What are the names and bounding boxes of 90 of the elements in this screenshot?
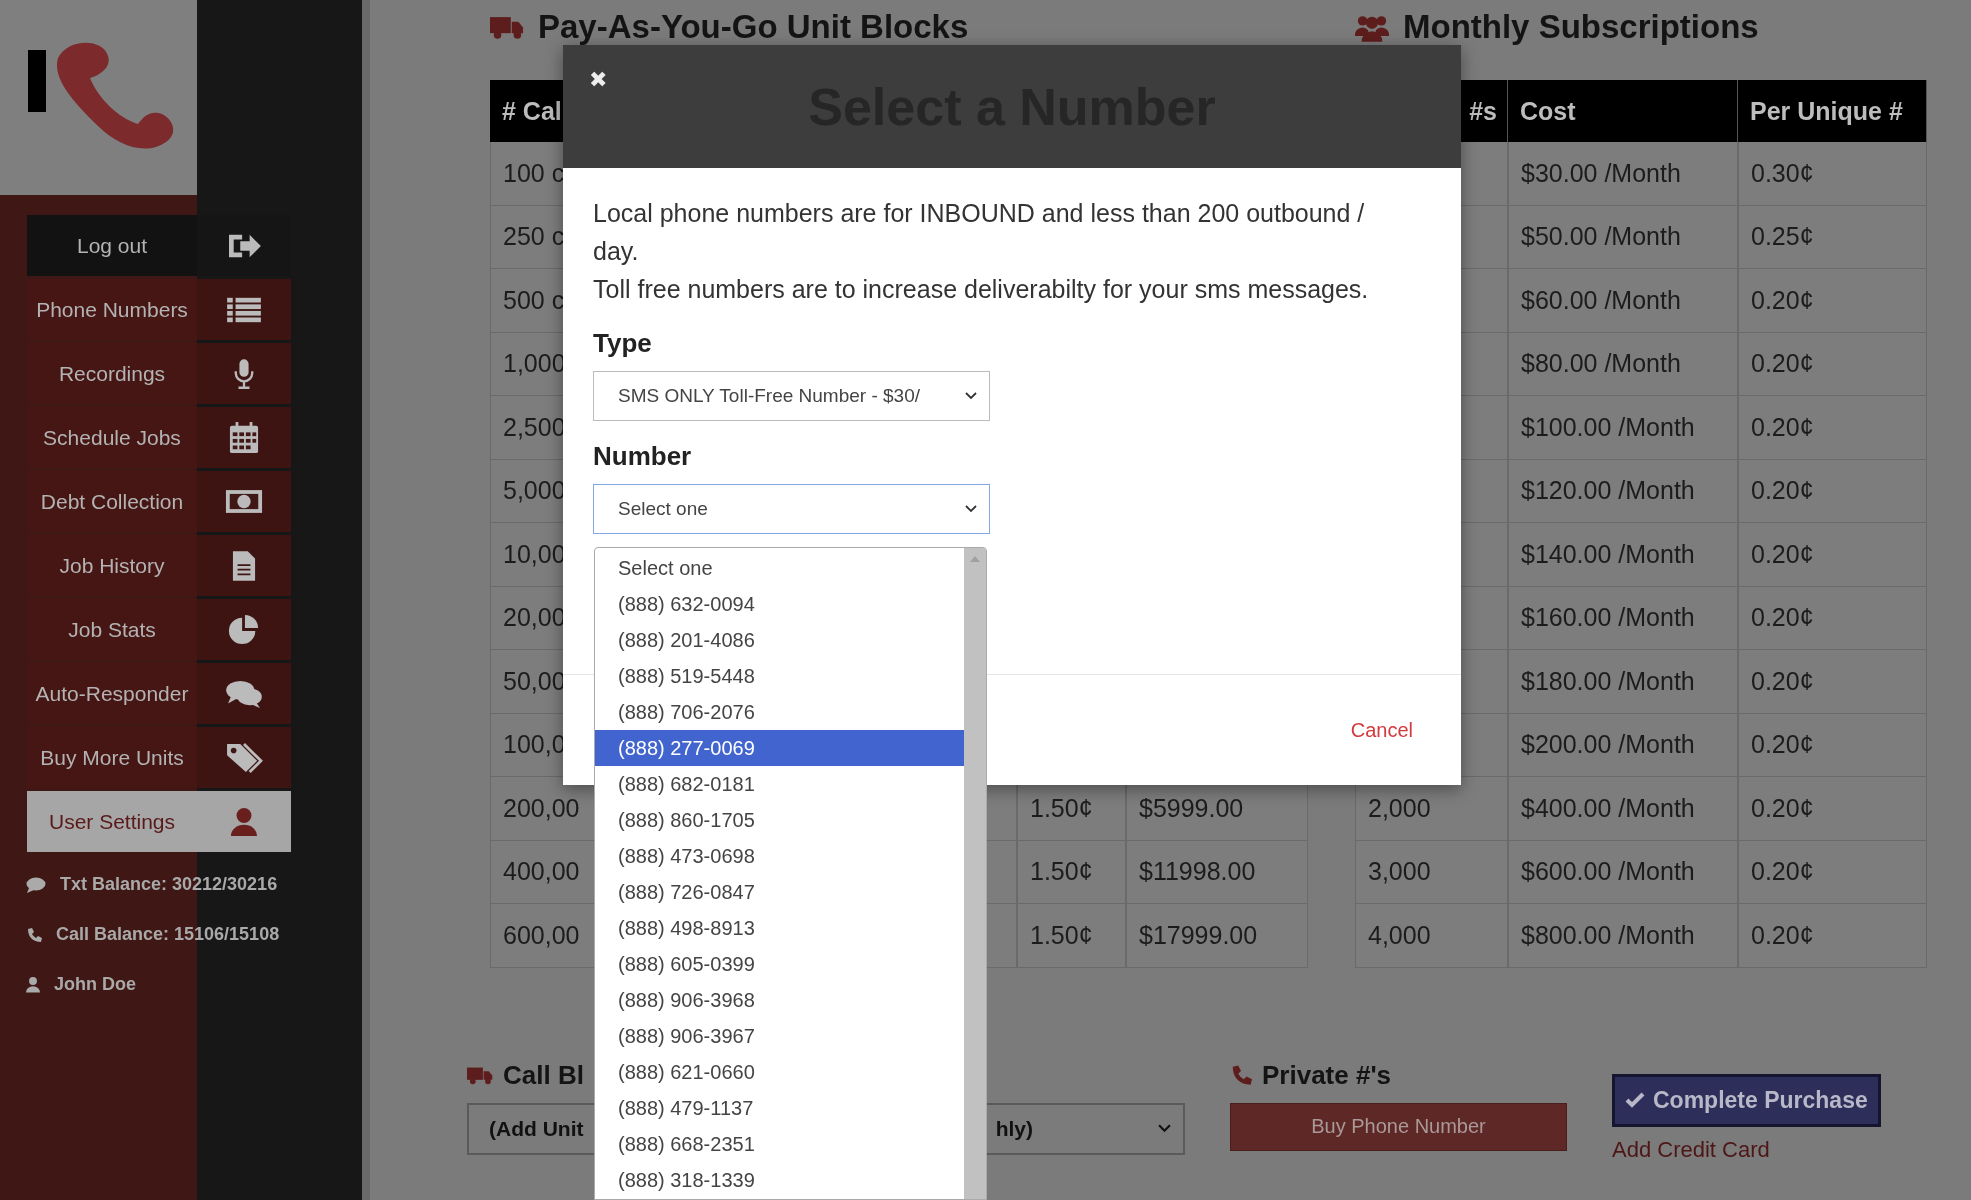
calendar-icon [229,421,259,454]
table-cell: $800.00 /Month [1508,904,1738,968]
table-cell: $60.00 /Month [1508,269,1738,333]
table-cell: 1.50¢ [1017,904,1126,968]
sidebar-item[interactable]: Job Stats [27,599,291,660]
sidebar-item[interactable]: Phone Numbers [27,279,291,340]
dropdown-option[interactable]: (888) 668-2351 [595,1126,964,1162]
table-cell: 0.20¢ [1738,713,1927,777]
cancel-link[interactable]: Cancel [1350,718,1413,742]
complete-purchase-button[interactable]: Complete Purchase [1612,1073,1881,1127]
table-cell: $30.00 /Month [1508,142,1738,206]
section-title: Monthly Subscriptions [1403,8,1759,46]
column-header: Per Unique # [1750,96,1903,126]
sidebar-item[interactable]: User Settings [27,791,291,852]
sidebar-item[interactable]: Schedule Jobs [27,407,291,468]
dropdown-option[interactable]: Select one [595,550,964,586]
table-cell: $11998.00 [1126,840,1308,904]
dropdown-option[interactable]: (888) 519-5448 [595,658,964,694]
table-cell: 0.20¢ [1738,840,1927,904]
chevron-down-icon [965,505,977,513]
buy-phone-number-button[interactable]: Buy Phone Number [1230,1102,1567,1151]
table-cell: $17999.00 [1126,904,1308,968]
section-title: Private #'s [1262,1059,1392,1091]
table-cell: 0.20¢ [1738,904,1927,968]
truck-icon [490,14,524,40]
dropdown-option[interactable]: (888) 621-0660 [595,1054,964,1090]
checkmark-icon [1625,1092,1645,1108]
sidebar-item[interactable]: Debt Collection [27,471,291,532]
table-cell: 0.20¢ [1738,459,1927,523]
section-title: Call Bl [503,1059,584,1091]
dropdown-option[interactable]: (888) 632-0094 [595,586,964,622]
table-cell: $50.00 /Month [1508,205,1738,269]
dropdown-option[interactable]: (888) 277-0069 [595,730,964,766]
dropdown-option[interactable]: (888) 906-3967 [595,1018,964,1054]
user-icon [26,976,40,993]
table-cell: 0.20¢ [1738,396,1927,460]
type-select[interactable]: SMS ONLY Toll-Free Number - $30/ [593,371,990,421]
table-cell: 0.20¢ [1738,523,1927,587]
phone-icon [26,926,42,943]
dropdown-option[interactable]: (888) 473-0698 [595,838,964,874]
table-cell: 4,000 [1355,904,1508,968]
table-cell: 0.25¢ [1738,205,1927,269]
chat-bubble-icon [26,876,46,893]
table-cell: 0.20¢ [1738,332,1927,396]
table-cell: $180.00 /Month [1508,650,1738,714]
table-cell: 2,000 [1355,777,1508,841]
dropdown-option[interactable]: (888) 498-8913 [595,910,964,946]
pie-chart-icon [228,613,260,646]
chat-bubbles-icon [225,678,263,709]
table-cell: $80.00 /Month [1508,332,1738,396]
table-cell: 0.20¢ [1738,777,1927,841]
table-cell: $120.00 /Month [1508,459,1738,523]
scroll-up-icon [970,556,980,562]
table-cell: $200.00 /Month [1508,713,1738,777]
truck-icon [467,1065,493,1085]
sidebar-item[interactable]: Recordings [27,343,291,404]
phone-icon [1230,1064,1252,1086]
table-cell: $100.00 /Month [1508,396,1738,460]
scrollbar[interactable] [964,548,986,1199]
dropdown-option[interactable]: (888) 906-3968 [595,982,964,1018]
microphone-icon [233,357,255,390]
table-cell: 3,000 [1355,840,1508,904]
table-cell: $400.00 /Month [1508,777,1738,841]
dropdown-option[interactable]: (888) 479-1137 [595,1090,964,1126]
number-select[interactable]: Select one [593,484,990,534]
sidebar-item[interactable]: Auto-Responder [27,663,291,724]
table-cell: 0.30¢ [1738,142,1927,206]
table-cell: 1.50¢ [1017,840,1126,904]
table-cell: $140.00 /Month [1508,523,1738,587]
balance-text: John Doe [54,974,136,995]
balance-text: Txt Balance: 30212/30216 [60,874,278,895]
banknote-icon [225,489,263,514]
chevron-down-icon [1158,1124,1171,1133]
dropdown-option[interactable]: (888) 318-1339 [595,1162,964,1198]
balance-text: Call Balance: 15106/15108 [56,924,280,945]
table-cell: 0.20¢ [1738,650,1927,714]
user-icon [230,806,258,837]
table-cell: $160.00 /Month [1508,586,1738,650]
column-header: Cost [1520,96,1576,126]
sidebar-item[interactable]: Buy More Units [27,727,291,788]
table-cell: 0.20¢ [1738,586,1927,650]
document-icon [232,549,256,582]
chevron-down-icon [965,392,977,400]
section-title: Pay-As-You-Go Unit Blocks [538,8,969,46]
dropdown-option[interactable]: (888) 860-1705 [595,802,964,838]
column-header: #s [1469,96,1497,126]
table-cell: $600.00 /Month [1508,840,1738,904]
table-cell: 0.20¢ [1738,269,1927,333]
tags-icon [225,741,263,774]
sidebar-item[interactable]: Job History [27,535,291,596]
